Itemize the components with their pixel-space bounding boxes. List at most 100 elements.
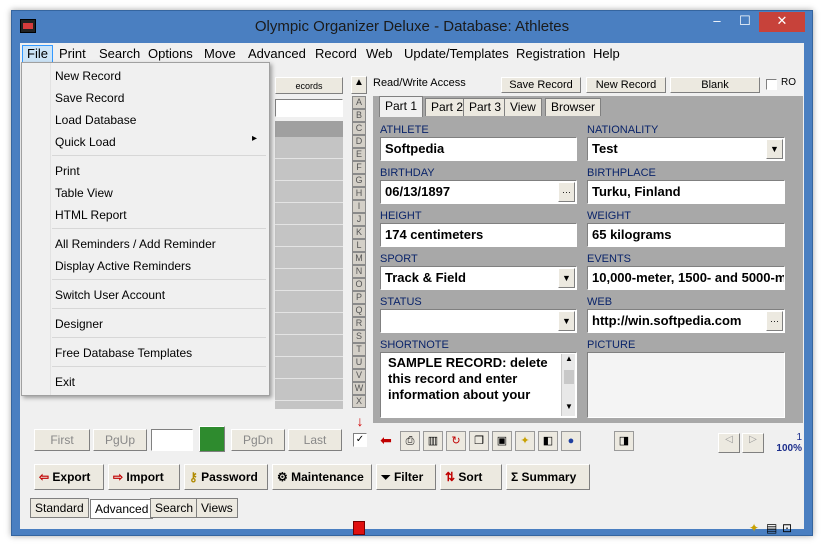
lightbulb-icon[interactable]: ✦ bbox=[515, 431, 535, 451]
menu-options[interactable]: Options bbox=[144, 45, 197, 63]
shortnote-textarea[interactable]: SAMPLE RECORD: delete this record and en… bbox=[380, 352, 577, 418]
pgup-button[interactable]: PgUp bbox=[93, 429, 147, 451]
sort-button[interactable]: ⇅ Sort bbox=[440, 464, 502, 490]
status-dropdown-icon[interactable]: ▼ bbox=[558, 311, 575, 331]
web-field[interactable]: http://win.softpedia.com bbox=[587, 309, 785, 333]
letter-v[interactable]: V bbox=[352, 369, 366, 382]
export-record-icon[interactable]: ◨ bbox=[614, 431, 634, 451]
paste-record-icon[interactable]: ▣ bbox=[492, 431, 512, 451]
letter-w[interactable]: W bbox=[352, 382, 366, 395]
lock-icon[interactable]: ⊡ bbox=[782, 521, 796, 535]
tab-view[interactable]: View bbox=[504, 98, 542, 116]
globe-icon[interactable]: ● bbox=[561, 431, 581, 451]
menu-save-record[interactable]: Save Record bbox=[55, 89, 124, 107]
weight-field[interactable]: 65 kilograms bbox=[587, 223, 785, 247]
last-button[interactable]: Last bbox=[288, 429, 342, 451]
print-icon[interactable]: ⎙ bbox=[400, 431, 420, 451]
title-bar[interactable]: Olympic Organizer Deluxe - Database: Ath… bbox=[12, 11, 812, 43]
letter-h[interactable]: H bbox=[352, 187, 366, 200]
menu-file[interactable]: File bbox=[22, 45, 53, 63]
letter-o[interactable]: O bbox=[352, 278, 366, 291]
sport-dropdown-icon[interactable]: ▼ bbox=[558, 268, 575, 288]
status-select[interactable] bbox=[380, 309, 577, 333]
records-header-button[interactable]: ecords bbox=[275, 77, 343, 94]
letter-q[interactable]: Q bbox=[352, 304, 366, 317]
letter-a[interactable]: A bbox=[352, 96, 366, 109]
letter-b[interactable]: B bbox=[352, 109, 366, 122]
scroll-up-arrow-icon[interactable]: ▲ bbox=[351, 76, 367, 94]
nationality-dropdown-icon[interactable]: ▼ bbox=[766, 139, 783, 159]
maintenance-button[interactable]: ⚙ Maintenance bbox=[272, 464, 372, 490]
scroll-thumb[interactable] bbox=[564, 370, 574, 384]
menu-print-item[interactable]: Print bbox=[55, 162, 80, 180]
tab-advanced[interactable]: Advanced bbox=[90, 499, 154, 519]
menu-quick-load[interactable]: Quick Load bbox=[55, 133, 116, 151]
prev-page-icon[interactable]: ◁ bbox=[718, 433, 740, 453]
menu-active-reminders[interactable]: Display Active Reminders bbox=[55, 257, 191, 275]
record-list-selected[interactable] bbox=[275, 121, 343, 137]
letter-p[interactable]: P bbox=[352, 291, 366, 304]
next-page-icon[interactable]: ▷ bbox=[742, 433, 764, 453]
shortnote-scrollbar[interactable]: ▲ ▼ bbox=[561, 354, 575, 416]
password-button[interactable]: ⚷ Password bbox=[184, 464, 268, 490]
minimize-button[interactable]: – bbox=[702, 12, 732, 32]
ro-checkbox[interactable] bbox=[766, 79, 777, 90]
menu-html-report[interactable]: HTML Report bbox=[55, 206, 127, 224]
tab-views[interactable]: Views bbox=[196, 498, 238, 518]
refresh-icon[interactable]: ↻ bbox=[446, 431, 466, 451]
letter-i[interactable]: I bbox=[352, 200, 366, 213]
birthplace-field[interactable]: Turku, Finland bbox=[587, 180, 785, 204]
import-record-icon[interactable]: ◧ bbox=[538, 431, 558, 451]
import-button[interactable]: ⇨ Import bbox=[108, 464, 180, 490]
menu-record[interactable]: Record bbox=[311, 45, 361, 63]
menu-move[interactable]: Move bbox=[200, 45, 240, 63]
letter-g[interactable]: G bbox=[352, 174, 366, 187]
scroll-down-icon[interactable]: ▼ bbox=[562, 402, 576, 414]
web-ellipsis-button[interactable]: ··· bbox=[766, 311, 783, 331]
letter-k[interactable]: K bbox=[352, 226, 366, 239]
filter-button[interactable]: ⏷ Filter bbox=[376, 464, 436, 490]
goto-record-input[interactable] bbox=[151, 429, 193, 451]
letter-m[interactable]: M bbox=[352, 252, 366, 265]
letter-j[interactable]: J bbox=[352, 213, 366, 226]
export-button[interactable]: ⇦ Export bbox=[34, 464, 104, 490]
menu-designer[interactable]: Designer bbox=[55, 315, 103, 333]
menu-load-database[interactable]: Load Database bbox=[55, 111, 136, 129]
menu-update-templates[interactable]: Update/Templates bbox=[400, 45, 513, 63]
letter-d[interactable]: D bbox=[352, 135, 366, 148]
letter-n[interactable]: N bbox=[352, 265, 366, 278]
letter-f[interactable]: F bbox=[352, 161, 366, 174]
menu-print[interactable]: Print bbox=[55, 45, 90, 63]
menu-registration[interactable]: Registration bbox=[512, 45, 589, 63]
back-arrow-icon[interactable]: ⬅ bbox=[376, 431, 396, 451]
picture-box[interactable] bbox=[587, 352, 785, 418]
color-grid-icon[interactable] bbox=[199, 426, 225, 452]
menu-new-record[interactable]: New Record bbox=[55, 67, 121, 85]
trash-icon[interactable]: ▥ bbox=[423, 431, 443, 451]
save-record-button[interactable]: Save Record bbox=[501, 77, 581, 93]
new-record-button[interactable]: New Record bbox=[586, 77, 666, 93]
blank-button[interactable]: Blank bbox=[670, 77, 760, 93]
letter-x[interactable]: X bbox=[352, 395, 366, 408]
tab-part-3[interactable]: Part 3 bbox=[463, 98, 508, 116]
nationality-select[interactable]: Test bbox=[587, 137, 785, 161]
tab-standard[interactable]: Standard bbox=[30, 498, 89, 518]
letter-c[interactable]: C bbox=[352, 122, 366, 135]
copy-record-icon[interactable]: ❐ bbox=[469, 431, 489, 451]
quick-search-input[interactable] bbox=[275, 99, 343, 117]
scroll-up-icon[interactable]: ▲ bbox=[562, 354, 576, 366]
pgdn-button[interactable]: PgDn bbox=[231, 429, 285, 451]
menu-advanced[interactable]: Advanced bbox=[244, 45, 310, 63]
record-list[interactable] bbox=[275, 137, 343, 409]
tab-part-1[interactable]: Part 1 bbox=[379, 96, 424, 117]
menu-exit[interactable]: Exit bbox=[55, 373, 75, 391]
letter-e[interactable]: E bbox=[352, 148, 366, 161]
letter-s[interactable]: S bbox=[352, 330, 366, 343]
menu-table-view[interactable]: Table View bbox=[55, 184, 113, 202]
birthday-field[interactable]: 06/13/1897 bbox=[380, 180, 577, 204]
letter-u[interactable]: U bbox=[352, 356, 366, 369]
menu-search[interactable]: Search bbox=[95, 45, 144, 63]
menu-help[interactable]: Help bbox=[589, 45, 624, 63]
menu-all-reminders[interactable]: All Reminders / Add Reminder bbox=[55, 235, 216, 253]
menu-switch-user[interactable]: Switch User Account bbox=[55, 286, 165, 304]
